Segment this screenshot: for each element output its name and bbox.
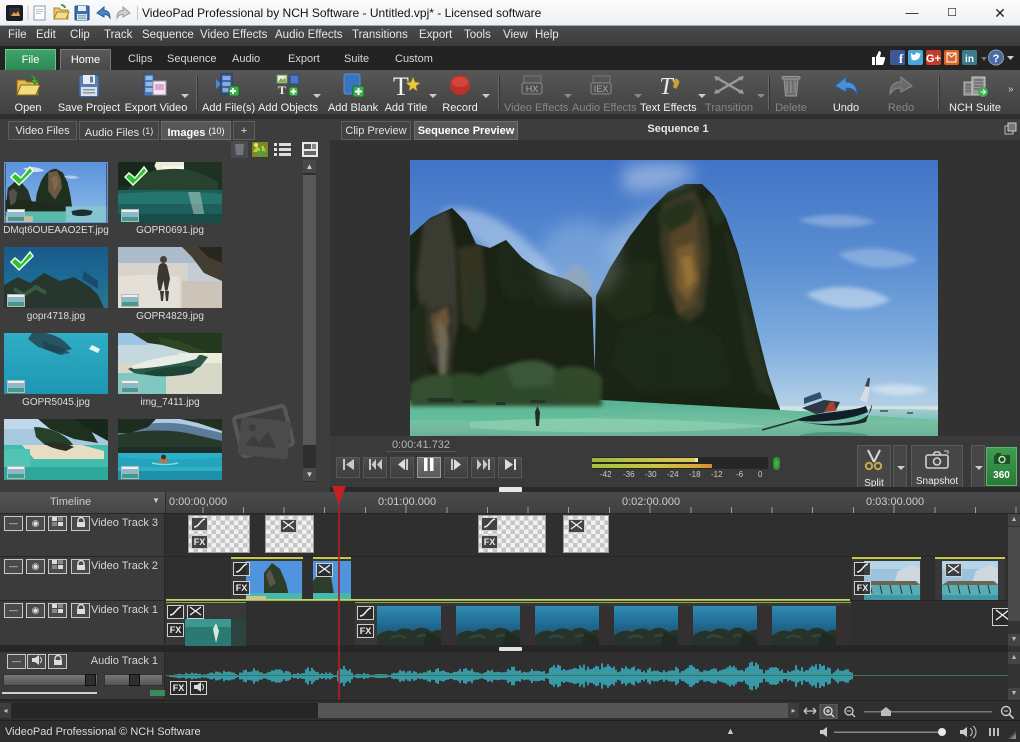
svg-text:f: f: [899, 51, 904, 66]
svg-text:?: ?: [993, 53, 1000, 65]
svg-text:in: in: [965, 54, 974, 65]
svg-text:T: T: [659, 74, 674, 99]
svg-text:T: T: [393, 73, 409, 99]
svg-text:IEX: IEX: [594, 84, 609, 94]
svg-text:G+: G+: [926, 53, 941, 65]
svg-text:T: T: [278, 83, 286, 97]
svg-text:HX: HX: [526, 84, 539, 94]
